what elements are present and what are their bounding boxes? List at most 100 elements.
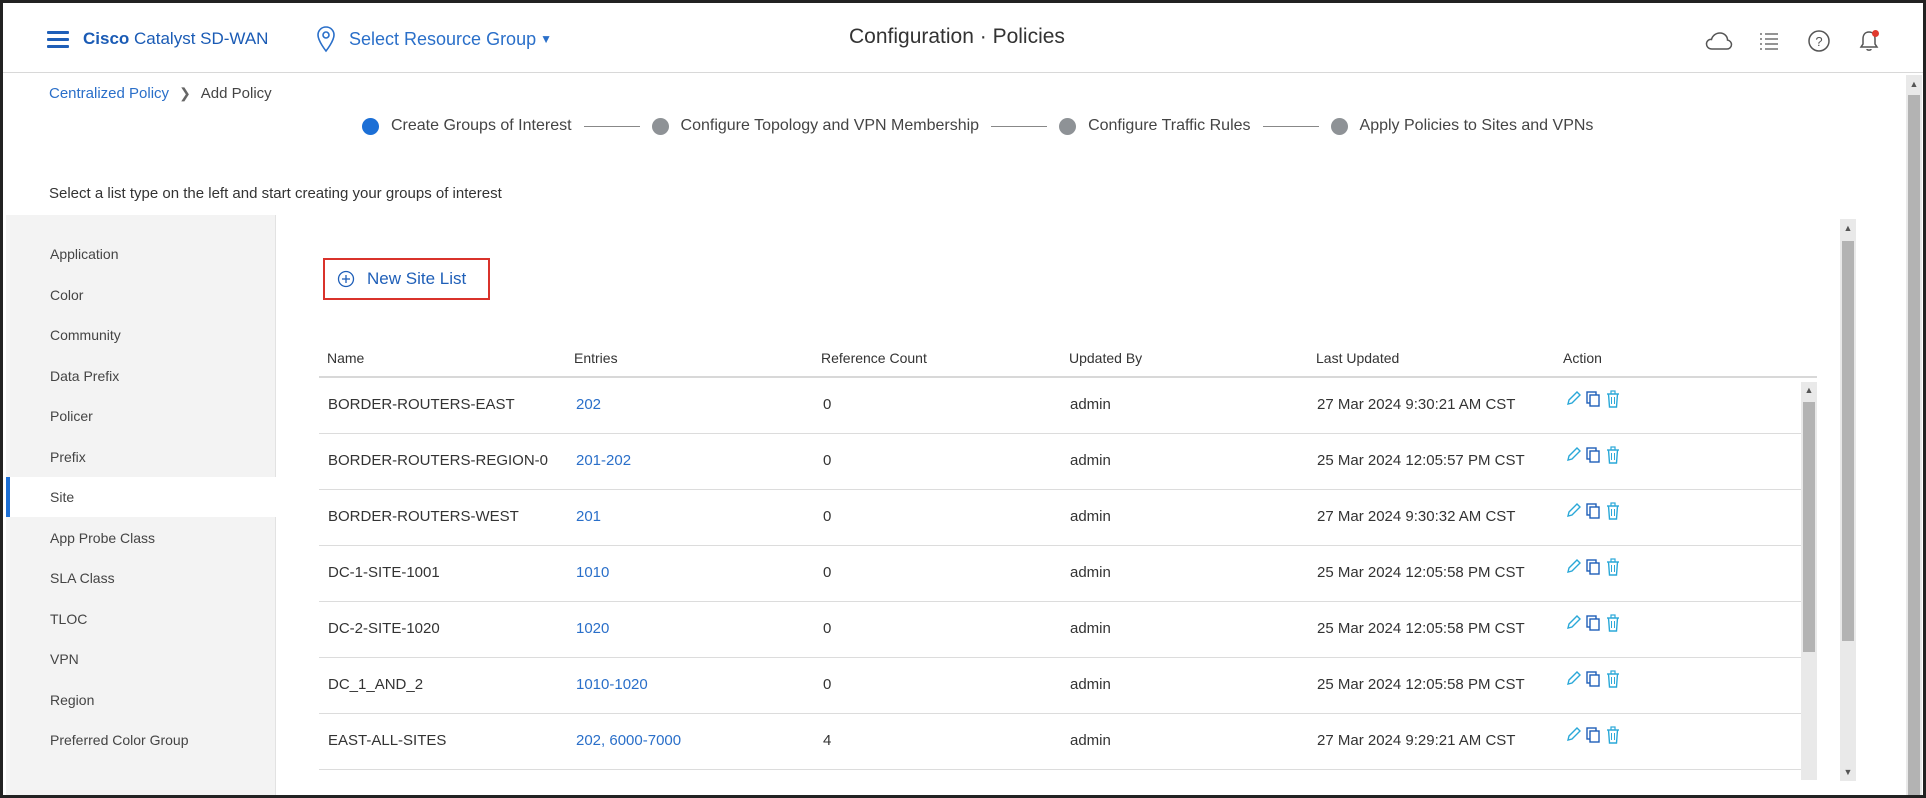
copy-icon[interactable] xyxy=(1585,502,1601,520)
window-scrollbar[interactable]: ▲ xyxy=(1906,75,1922,795)
delete-icon[interactable] xyxy=(1605,614,1621,632)
delete-icon[interactable] xyxy=(1605,670,1621,688)
cell-entries[interactable]: 1010 xyxy=(576,564,609,581)
sidebar-item-color[interactable]: Color xyxy=(6,275,276,315)
resource-group-select[interactable]: Select Resource Group ▼ xyxy=(315,25,552,53)
cell-entries[interactable]: 201-202 xyxy=(576,452,631,469)
cell-entries[interactable]: 201 xyxy=(576,508,601,525)
table-row: BORDER-ROUTERS-WEST 201 0 admin 27 Mar 2024 … xyxy=(319,490,1801,546)
bell-icon[interactable] xyxy=(1855,27,1883,55)
cell-entries[interactable]: 1020 xyxy=(576,620,609,637)
table-row: DC-1-SITE-1001 1010 0 admin 25 Mar 2024 12:0… xyxy=(319,546,1801,602)
edit-icon[interactable] xyxy=(1565,446,1581,464)
sidebar-item-prefix[interactable]: Prefix xyxy=(6,437,276,477)
delete-icon[interactable] xyxy=(1605,726,1621,744)
delete-icon[interactable] xyxy=(1605,502,1621,520)
edit-icon[interactable] xyxy=(1565,614,1581,632)
copy-icon[interactable] xyxy=(1585,670,1601,688)
copy-icon[interactable] xyxy=(1585,726,1601,744)
step-dot xyxy=(1330,117,1348,135)
delete-icon[interactable] xyxy=(1605,390,1621,408)
copy-icon[interactable] xyxy=(1585,446,1601,464)
page-title: Configuration · Policies xyxy=(849,25,1065,48)
table-row: EAST-ALL-SITES 202, 6000-7000 4 admin 27 Mar… xyxy=(319,714,1801,770)
cell-updated-by: admin xyxy=(1070,396,1111,413)
content-scrollbar[interactable]: ▲ ▼ xyxy=(1840,219,1856,781)
scroll-up-icon[interactable]: ▲ xyxy=(1843,223,1853,233)
cell-last-updated: 27 Mar 2024 9:30:21 AM CST xyxy=(1317,396,1516,413)
breadcrumb-centralized-policy[interactable]: Centralized Policy xyxy=(49,85,169,102)
window-scrollbar-thumb[interactable] xyxy=(1908,95,1920,795)
cell-updated-by: admin xyxy=(1070,676,1111,693)
step-label: Apply Policies to Sites and VPNs xyxy=(1359,117,1594,134)
new-site-list-button[interactable]: New Site List xyxy=(323,258,490,300)
delete-icon[interactable] xyxy=(1605,446,1621,464)
table-scrollbar[interactable]: ▲ xyxy=(1801,382,1817,780)
brand-name: Catalyst SD-WAN xyxy=(129,29,269,48)
chevron-down-icon: ▼ xyxy=(540,32,552,46)
cell-updated-by: admin xyxy=(1070,508,1111,525)
delete-icon[interactable] xyxy=(1605,558,1621,576)
scroll-up-icon[interactable]: ▲ xyxy=(1909,79,1919,89)
step-label: Configure Traffic Rules xyxy=(1088,117,1251,134)
cell-name: DC_1_AND_2 xyxy=(328,676,424,693)
step-apply-policies[interactable]: Apply Policies to Sites and VPNs xyxy=(1330,117,1594,135)
sidebar-item-preferred-color-group[interactable]: Preferred Color Group xyxy=(6,720,276,760)
step-configure-topology[interactable]: Configure Topology and VPN Membership xyxy=(651,117,979,135)
step-create-groups[interactable]: Create Groups of Interest xyxy=(362,117,572,135)
cloud-icon[interactable] xyxy=(1705,27,1733,55)
help-icon[interactable]: ? xyxy=(1805,27,1833,55)
column-header-entries[interactable]: Entries xyxy=(574,350,618,366)
cell-entries[interactable]: 202, 6000-7000 xyxy=(576,732,681,749)
step-dot xyxy=(1059,117,1077,135)
sidebar-item-tloc[interactable]: TLOC xyxy=(6,599,276,639)
sidebar-item-site[interactable]: Site xyxy=(6,477,276,517)
edit-icon[interactable] xyxy=(1565,390,1581,408)
sidebar-item-data-prefix[interactable]: Data Prefix xyxy=(6,356,276,396)
svg-text:?: ? xyxy=(1815,34,1822,49)
sidebar-item-vpn[interactable]: VPN xyxy=(6,639,276,679)
copy-icon[interactable] xyxy=(1585,390,1601,408)
brand-logo: Cisco Catalyst SD-WAN xyxy=(83,29,268,49)
cell-reference-count: 0 xyxy=(823,564,832,581)
copy-icon[interactable] xyxy=(1585,558,1601,576)
table-body: BORDER-ROUTERS-EAST 202 0 admin 27 Mar 2024 … xyxy=(319,378,1801,782)
column-header-reference-count[interactable]: Reference Count xyxy=(821,350,927,366)
column-header-last-updated[interactable]: Last Updated xyxy=(1316,350,1399,366)
cell-last-updated: 25 Mar 2024 12:05:57 PM CST xyxy=(1317,452,1525,469)
edit-icon[interactable] xyxy=(1565,670,1581,688)
location-pin-icon xyxy=(317,26,335,53)
sidebar-item-region[interactable]: Region xyxy=(6,680,276,720)
cell-name: BORDER-ROUTERS-REGION-0 xyxy=(328,452,549,469)
copy-icon[interactable] xyxy=(1585,614,1601,632)
cell-last-updated: 27 Mar 2024 9:30:32 AM CST xyxy=(1317,508,1516,525)
cell-name: DC-1-SITE-1001 xyxy=(328,564,440,581)
column-header-name[interactable]: Name xyxy=(327,350,364,366)
resource-group-label: Select Resource Group xyxy=(349,28,537,49)
table-row: DC_1_AND_2 1010-1020 0 admin 25 Mar 2024 12:… xyxy=(319,658,1801,714)
cell-last-updated: 27 Mar 2024 9:29:21 AM CST xyxy=(1317,732,1516,749)
column-header-updated-by[interactable]: Updated By xyxy=(1069,350,1142,366)
scroll-up-icon[interactable]: ▲ xyxy=(1804,385,1814,395)
sidebar-item-community[interactable]: Community xyxy=(6,315,276,355)
cell-updated-by: admin xyxy=(1070,732,1111,749)
edit-icon[interactable] xyxy=(1565,502,1581,520)
scroll-down-icon[interactable]: ▼ xyxy=(1843,767,1853,777)
table-header: Name Entries Reference Count Updated By … xyxy=(319,338,1817,378)
edit-icon[interactable] xyxy=(1565,726,1581,744)
cell-entries[interactable]: 1010-1020 xyxy=(576,676,648,693)
brand-bold: Cisco xyxy=(83,29,130,48)
sidebar-item-application[interactable]: Application xyxy=(6,234,276,274)
sidebar-item-policer[interactable]: Policer xyxy=(6,396,276,436)
top-header: Cisco Catalyst SD-WAN Select Resource Gr… xyxy=(3,3,1923,73)
sidebar-item-app-probe-class[interactable]: App Probe Class xyxy=(6,518,276,558)
edit-icon[interactable] xyxy=(1565,558,1581,576)
content-scrollbar-thumb[interactable] xyxy=(1842,241,1854,641)
step-configure-traffic-rules[interactable]: Configure Traffic Rules xyxy=(1059,117,1251,135)
sidebar-item-sla-class[interactable]: SLA Class xyxy=(6,558,276,598)
cell-updated-by: admin xyxy=(1070,564,1111,581)
list-icon[interactable] xyxy=(1755,27,1783,55)
menu-icon[interactable] xyxy=(47,31,69,48)
cell-entries[interactable]: 202 xyxy=(576,396,601,413)
table-scrollbar-thumb[interactable] xyxy=(1803,402,1815,652)
